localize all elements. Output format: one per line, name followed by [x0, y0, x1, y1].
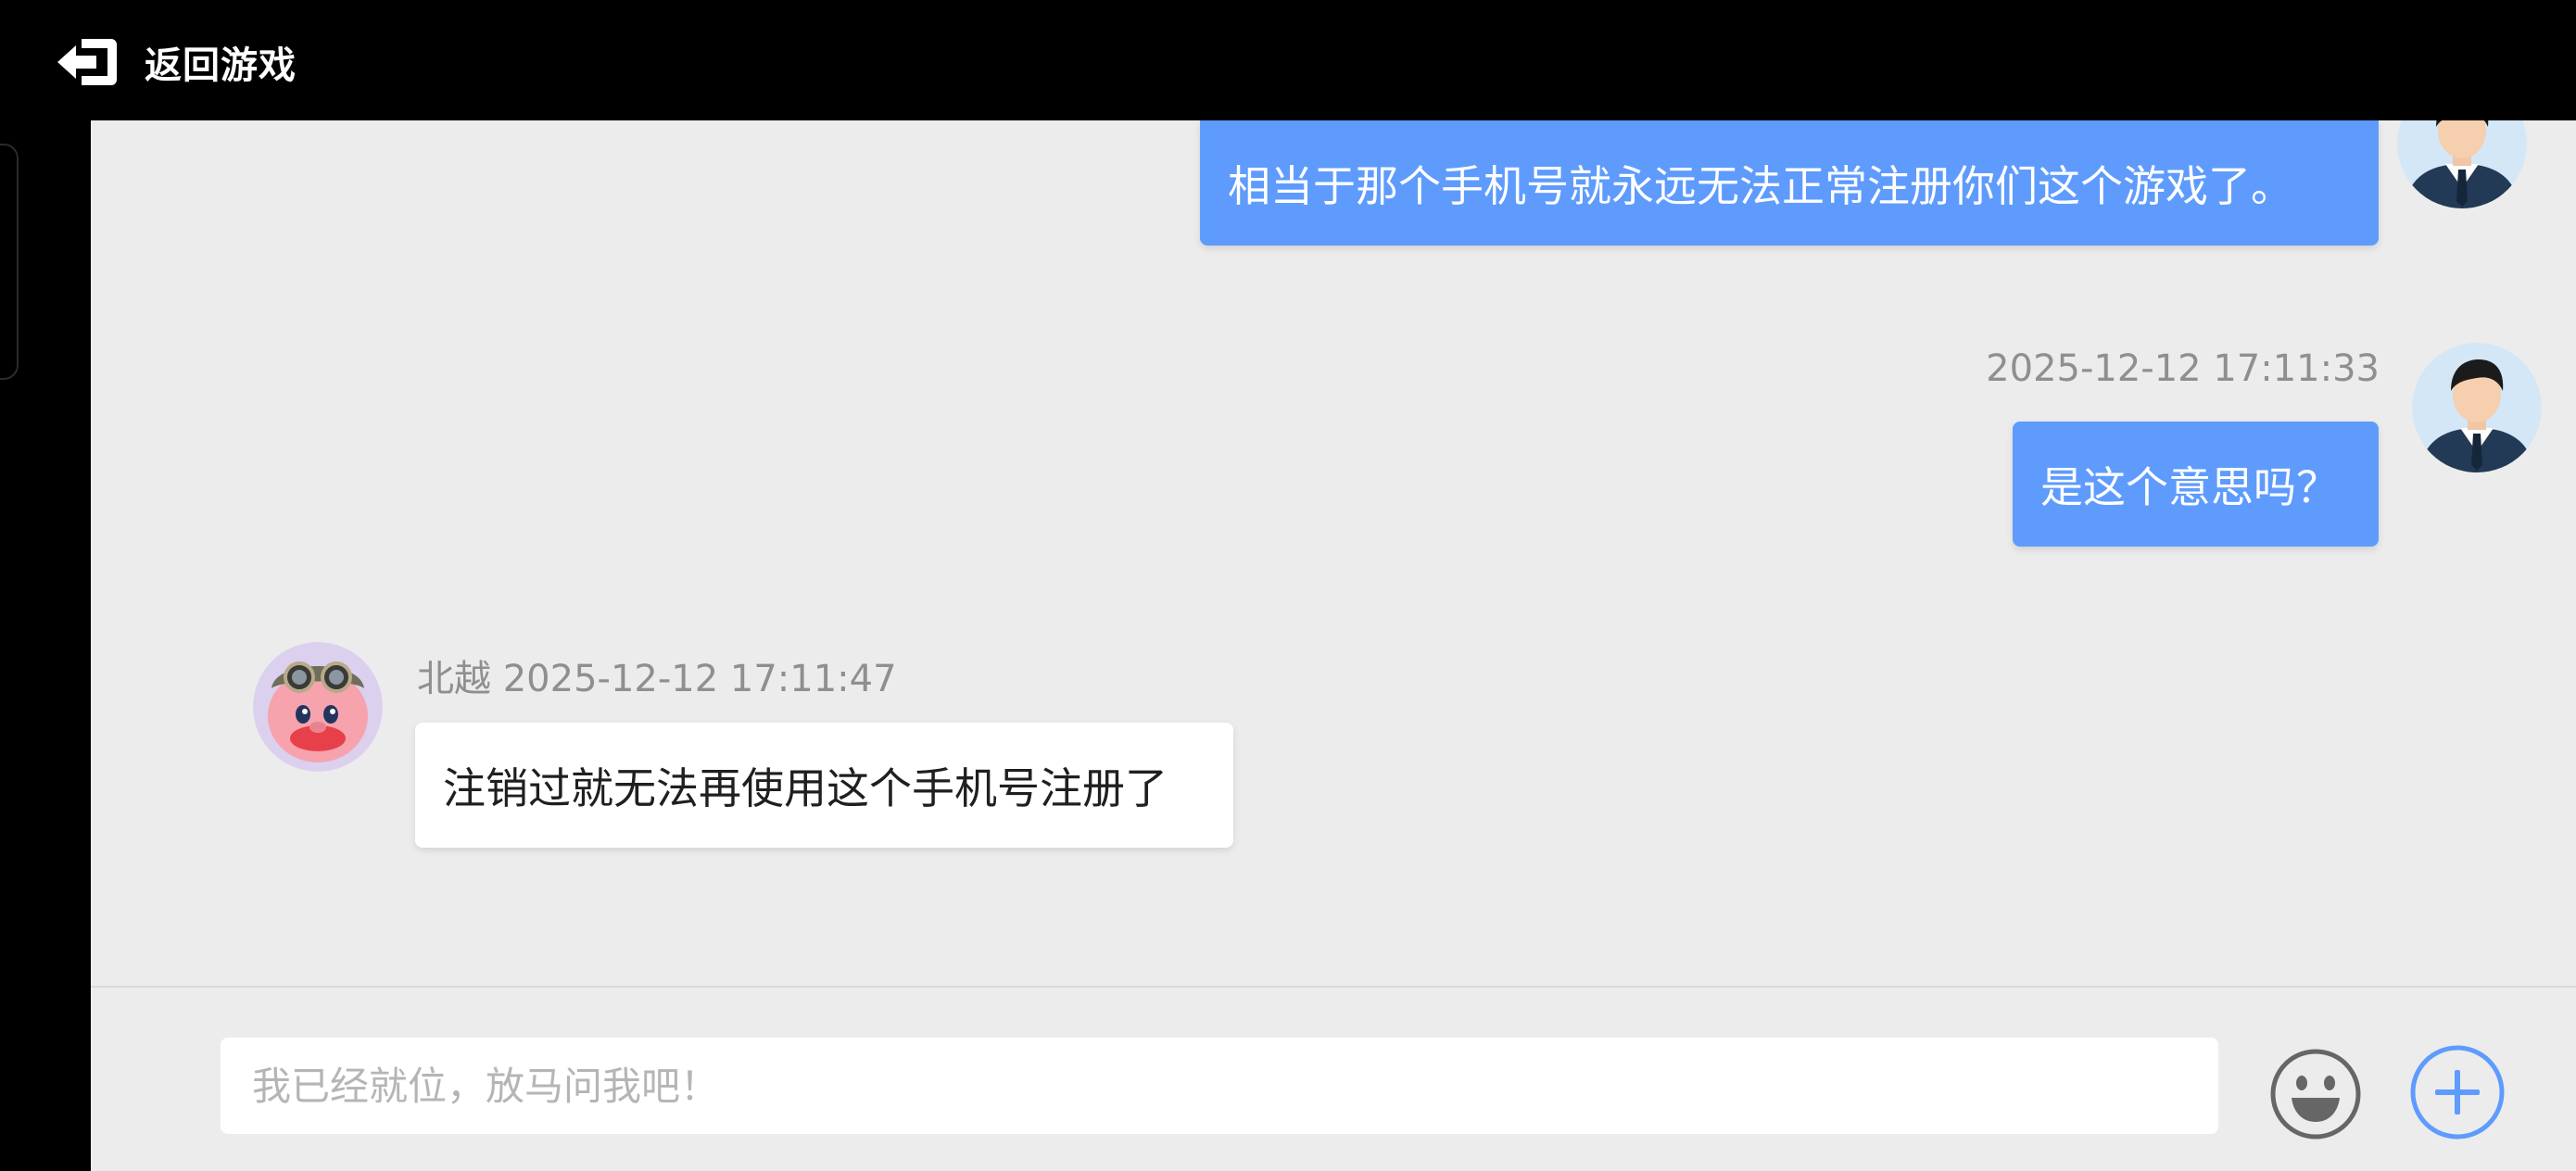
message-input[interactable] [221, 1038, 2218, 1134]
incoming-message-bubble[interactable]: 注销过就无法再使用这个手机号注册了 [415, 723, 1233, 848]
sender-name: 北越 [417, 658, 491, 700]
message-sender-meta: 北越 2025-12-12 17:11:47 [417, 648, 897, 702]
composer-bar [91, 986, 2576, 1171]
outgoing-message-bubble[interactable]: 是这个意思吗？ [2013, 422, 2379, 547]
outgoing-message-bubble[interactable]: 相当于那个手机号就永远无法正常注册你们这个游戏了。 [1200, 120, 2379, 246]
user-avatar[interactable] [2412, 343, 2542, 472]
message-timestamp: 2025-12-12 17:11:33 [1986, 347, 2380, 390]
message-text: 相当于那个手机号就永远无法正常注册你们这个游戏了。 [1228, 160, 2293, 211]
smiley-face-icon [2270, 1049, 2361, 1140]
user-avatar[interactable] [2397, 120, 2527, 208]
side-edge-handle [0, 144, 19, 380]
pink-pig-pilot-avatar-icon [253, 642, 383, 772]
more-options-button[interactable] [2409, 1044, 2506, 1140]
message-text: 是这个意思吗？ [2040, 461, 2339, 512]
businessman-avatar-icon [2412, 343, 2542, 472]
top-bar: 返回游戏 [0, 0, 2576, 120]
message-text: 注销过就无法再使用这个手机号注册了 [443, 762, 1168, 813]
plus-circle-icon [2410, 1045, 2505, 1140]
businessman-avatar-icon [2397, 120, 2527, 208]
back-label: 返回游戏 [145, 44, 297, 87]
back-to-game-button[interactable]: 返回游戏 [54, 33, 297, 91]
exit-arrow-icon [57, 39, 117, 85]
message-timestamp: 2025-12-12 17:11:47 [502, 658, 897, 700]
agent-avatar[interactable] [253, 642, 383, 772]
emoji-button[interactable] [2267, 1046, 2364, 1142]
chat-message-list[interactable]: 相当于那个手机号就永远无法正常注册你们这个游戏了。 2025-12-12 17:… [91, 120, 2576, 986]
